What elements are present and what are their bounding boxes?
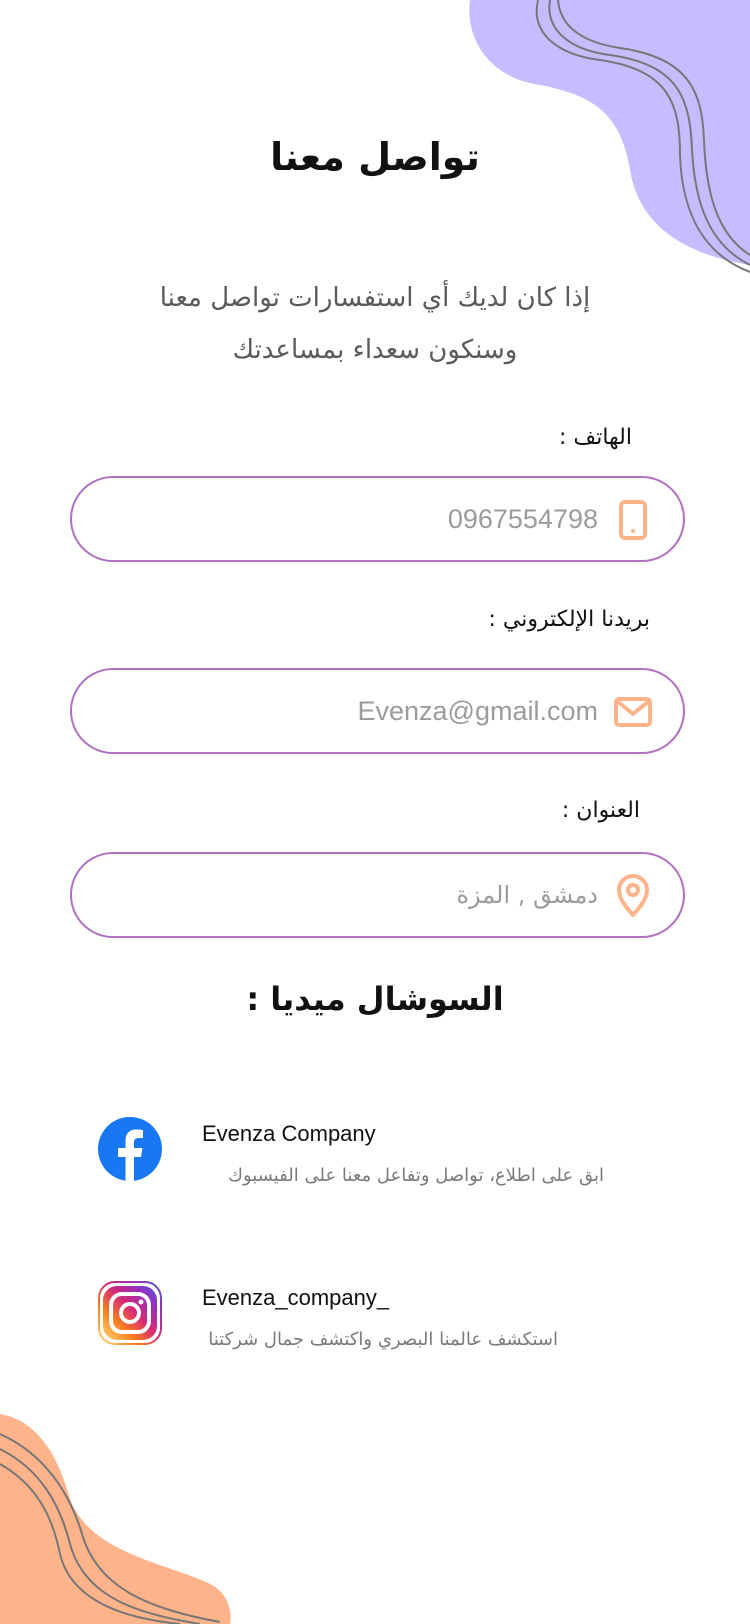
facebook-icon (98, 1117, 162, 1181)
decorative-blob-bottom (0, 1414, 231, 1624)
email-field[interactable]: Evenza@gmail.com (70, 668, 685, 754)
phone-icon (619, 500, 647, 540)
address-field[interactable]: دمشق , المزة (70, 852, 685, 938)
facebook-desc: ابق على اطلاع، تواصل وتفاعل معنا على الف… (228, 1165, 604, 1186)
instagram-name: Evenza_company_ (202, 1285, 390, 1310)
phone-label: الهاتف : (559, 425, 632, 450)
location-pin-icon (617, 874, 649, 917)
page-title: تواصل معنا (270, 135, 480, 179)
facebook-name: Evenza Company (202, 1121, 376, 1146)
phone-value: 0967554798 (447, 504, 598, 534)
address-value: دمشق , المزة (456, 881, 598, 909)
facebook-link[interactable]: Evenza Company ابق على اطلاع، تواصل وتفا… (98, 1117, 658, 1207)
mail-icon (614, 697, 652, 727)
intro-line-1: إذا كان لديك أي استفسارات تواصل معنا (159, 283, 591, 313)
social-media-title: السوشال ميديا : (246, 980, 504, 1018)
email-value: Evenza@gmail.com (357, 696, 599, 726)
address-label: العنوان : (561, 798, 640, 823)
instagram-link[interactable]: Evenza_company_ استكشف عالمنا البصري واك… (98, 1281, 658, 1371)
intro-text: إذا كان لديك أي استفسارات تواصل معنا وسن… (120, 272, 630, 376)
phone-field[interactable]: 0967554798 (70, 476, 685, 562)
instagram-desc: استكشف عالمنا البصري واكتشف جمال شركتنا (208, 1329, 558, 1350)
email-label: بريدنا الإلكتروني : (488, 607, 650, 632)
intro-line-2: وسنكون سعداء بمساعدتك (232, 335, 518, 365)
instagram-icon (98, 1281, 162, 1345)
